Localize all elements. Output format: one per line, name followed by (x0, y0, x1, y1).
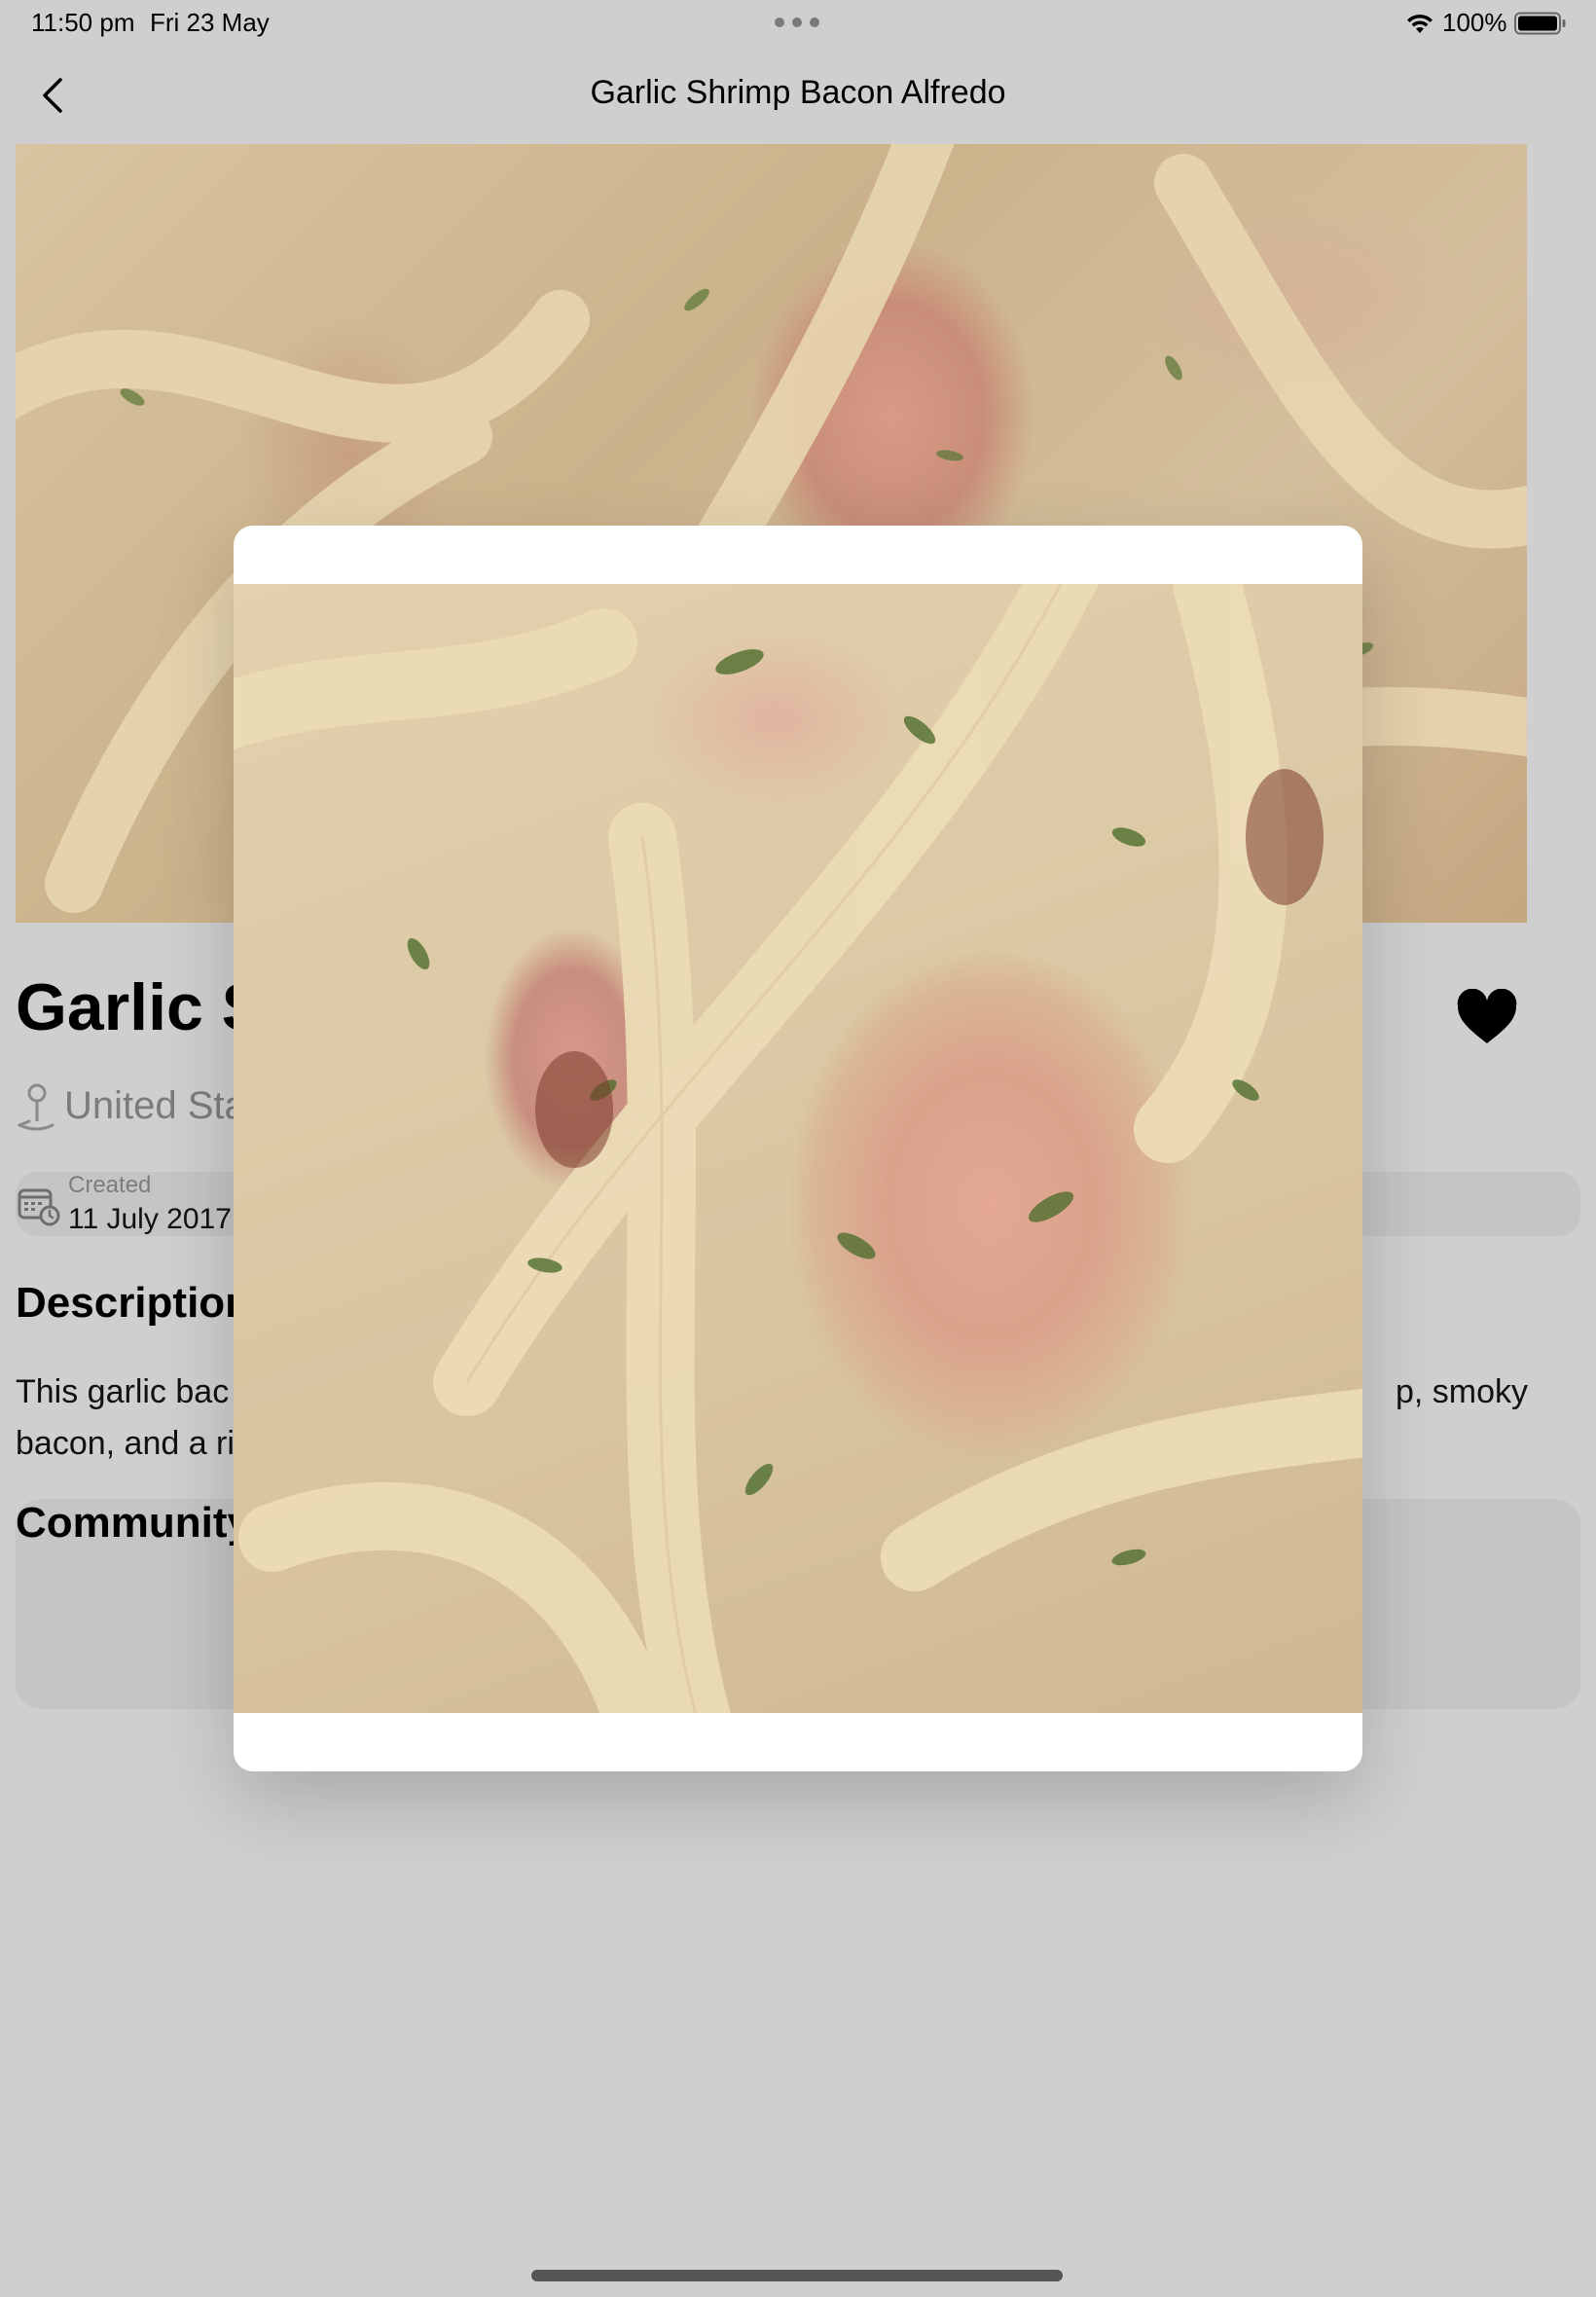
map-pin-icon (18, 1083, 54, 1131)
nav-title: Garlic Shrimp Bacon Alfredo (590, 74, 1006, 111)
description-line2-start: bacon, and a ri (16, 1425, 235, 1462)
description-line1-start: This garlic bac (16, 1373, 230, 1410)
description-heading: Description (16, 1279, 252, 1327)
home-indicator[interactable] (531, 2270, 1063, 2281)
status-date: Fri 23 May (150, 8, 270, 37)
community-heading: Community (16, 1499, 251, 1547)
image-preview-modal[interactable] (234, 526, 1362, 1771)
recipe-location: United Sta (64, 1084, 246, 1127)
status-bar: 11:50 pm Fri 23 May 100% (0, 0, 1596, 47)
modal-recipe-image[interactable] (234, 584, 1362, 1713)
created-label: Created (68, 1172, 152, 1198)
battery-full-icon (1514, 12, 1566, 35)
multitasking-dots-icon[interactable] (775, 18, 819, 27)
battery-percentage: 100% (1442, 8, 1507, 37)
created-date: 11 July 2017 (68, 1203, 232, 1235)
description-line1-end: p, smoky (1396, 1373, 1529, 1410)
recipe-title: Garlic S (16, 970, 267, 1044)
status-time: 11:50 pm (31, 8, 135, 37)
navigation-bar: Garlic Shrimp Bacon Alfredo (0, 47, 1596, 144)
calendar-clock-icon (18, 1188, 60, 1226)
heart-filled-icon[interactable] (1456, 989, 1518, 1045)
pasta-photo-illustration-large (234, 584, 1362, 1713)
wifi-icon (1407, 14, 1433, 33)
